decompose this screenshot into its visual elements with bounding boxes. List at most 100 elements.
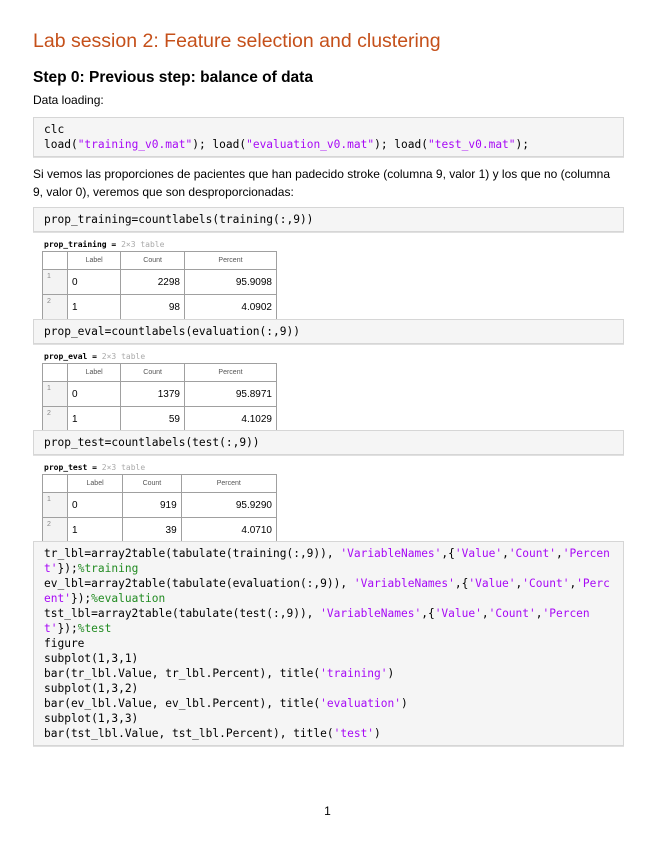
row-index: 2: [42, 517, 68, 543]
code-line: bar(tr_lbl.Value, tr_lbl.Percent), title…: [44, 666, 615, 681]
table-size: 2×3 table: [101, 463, 146, 472]
code-text: );: [515, 138, 530, 151]
code-block[interactable]: clc load("training_v0.mat"); load("evalua…: [33, 117, 624, 157]
code-text: bar(tst_lbl.Value, tst_lbl.Percent), tit…: [44, 727, 334, 740]
table-size: 2×3 table: [101, 352, 146, 361]
code-string: "test_v0.mat": [427, 138, 516, 151]
code-line: clc: [44, 122, 615, 137]
code-text: ,: [535, 607, 543, 620]
count-cell: 59: [120, 406, 185, 432]
percent-cell: 4.0710: [180, 517, 278, 543]
code-comment: %training: [77, 562, 139, 575]
row-index: 2: [42, 406, 68, 432]
table-caption: prop_eval = 2×3 table: [44, 352, 145, 361]
count-cell: 2298: [120, 269, 185, 295]
code-text: ev_lbl=array2table(tabulate(evaluation(:…: [44, 577, 354, 590]
code-text: ): [387, 667, 395, 680]
code-line: subplot(1,3,2): [44, 681, 615, 696]
code-comment: %test: [77, 622, 112, 635]
corner-cell: [42, 251, 68, 270]
label-cell: 1: [66, 406, 122, 432]
count-cell: 98: [120, 294, 185, 320]
corner-cell: [42, 363, 68, 382]
column-header: Label: [66, 363, 122, 382]
code-text: ,: [502, 547, 509, 560]
percent-cell: 95.9290: [180, 492, 278, 518]
code-text: prop_training=countlabels(training(:,9)): [44, 213, 314, 226]
code-text: bar(tr_lbl.Value, tr_lbl.Percent), title…: [44, 667, 321, 680]
code-text: prop_test=countlabels(test(:,9)): [44, 436, 260, 449]
code-string: 'VariableNames': [353, 577, 455, 590]
table-row: 2 1 39 4.0710: [42, 517, 278, 543]
row-index: 1: [42, 269, 68, 295]
code-line: tst_lbl=array2table(tabulate(test(:,9)),…: [44, 606, 615, 636]
code-line: prop_eval=countlabels(evaluation(:,9)): [44, 324, 615, 339]
label-cell: 1: [66, 517, 124, 543]
code-text: ): [374, 727, 381, 740]
code-text: subplot(1,3,1): [44, 652, 139, 665]
code-line: subplot(1,3,1): [44, 651, 615, 666]
page-number: 1: [324, 804, 331, 818]
column-header: Percent: [183, 251, 278, 270]
row-index: 1: [42, 492, 68, 518]
variable-name: prop_eval =: [44, 352, 102, 361]
code-line: tr_lbl=array2table(tabulate(training(:,9…: [44, 546, 615, 576]
variable-name: prop_test =: [44, 463, 102, 472]
output-table: Label Count Percent 1 0 2298 95.9098 2 1 98 …: [42, 251, 278, 320]
code-string: 'evaluation': [320, 697, 401, 710]
table-row: 2 1 59 4.1029: [42, 406, 278, 432]
code-comment: %evaluation: [91, 592, 166, 605]
code-line: figure: [44, 636, 615, 651]
label-cell: 0: [66, 269, 122, 295]
code-block[interactable]: prop_eval=countlabels(evaluation(:,9)): [33, 319, 624, 344]
output-table: Label Count Percent 1 0 919 95.9290 2 1 39 4…: [42, 474, 278, 543]
code-string: 'training': [320, 667, 388, 680]
code-block[interactable]: prop_test=countlabels(test(:,9)): [33, 430, 624, 455]
code-string: 'Value': [468, 577, 516, 590]
count-cell: 919: [122, 492, 182, 518]
code-string: "evaluation_v0.mat": [246, 138, 375, 151]
count-cell: 39: [122, 517, 182, 543]
code-line: prop_test=countlabels(test(:,9)): [44, 435, 615, 450]
column-header: Label: [66, 474, 124, 493]
code-text: ); load(: [374, 138, 428, 151]
code-line: subplot(1,3,3): [44, 711, 615, 726]
code-block[interactable]: prop_training=countlabels(training(:,9)): [33, 207, 624, 232]
code-text: });: [57, 562, 78, 575]
percent-cell: 95.8971: [183, 381, 278, 407]
code-string: 'VariableNames': [340, 547, 442, 560]
code-text: tst_lbl=array2table(tabulate(test(:,9)),: [44, 607, 321, 620]
table-row: 1 0 1379 95.8971: [42, 381, 278, 407]
corner-cell: [42, 474, 68, 493]
column-header: Count: [120, 363, 185, 382]
code-text: ): [400, 697, 408, 710]
percent-cell: 4.1029: [183, 406, 278, 432]
column-header: Percent: [180, 474, 278, 493]
code-text: bar(ev_lbl.Value, ev_lbl.Percent), title…: [44, 697, 321, 710]
column-header: Label: [66, 251, 122, 270]
code-text: load(: [44, 138, 78, 151]
code-text: ,{: [454, 577, 469, 590]
code-line: prop_training=countlabels(training(:,9)): [44, 212, 615, 227]
section-heading: Step 0: Previous step: balance of data: [33, 69, 313, 86]
code-block[interactable]: tr_lbl=array2table(tabulate(training(:,9…: [33, 541, 624, 746]
label-cell: 0: [66, 492, 124, 518]
percent-cell: 95.9098: [183, 269, 278, 295]
table-row: 1 0 919 95.9290: [42, 492, 278, 518]
row-index: 2: [42, 294, 68, 320]
table-row: 2 1 98 4.0902: [42, 294, 278, 320]
column-header: Count: [122, 474, 182, 493]
code-text: ,{: [441, 547, 455, 560]
code-string: 'test': [333, 727, 375, 740]
code-text: ); load(: [192, 138, 247, 151]
code-text: figure: [44, 637, 85, 650]
code-text: });: [70, 592, 92, 605]
code-text: ,: [555, 547, 563, 560]
code-string: 'VariableNames': [320, 607, 422, 620]
code-line: ev_lbl=array2table(tabulate(evaluation(:…: [44, 576, 615, 606]
count-cell: 1379: [120, 381, 185, 407]
code-line: bar(ev_lbl.Value, ev_lbl.Percent), title…: [44, 696, 615, 711]
table-caption: prop_test = 2×3 table: [44, 463, 145, 472]
code-text: ,: [481, 607, 489, 620]
paragraph: Si vemos las proporciones de pacientes q…: [33, 167, 610, 199]
